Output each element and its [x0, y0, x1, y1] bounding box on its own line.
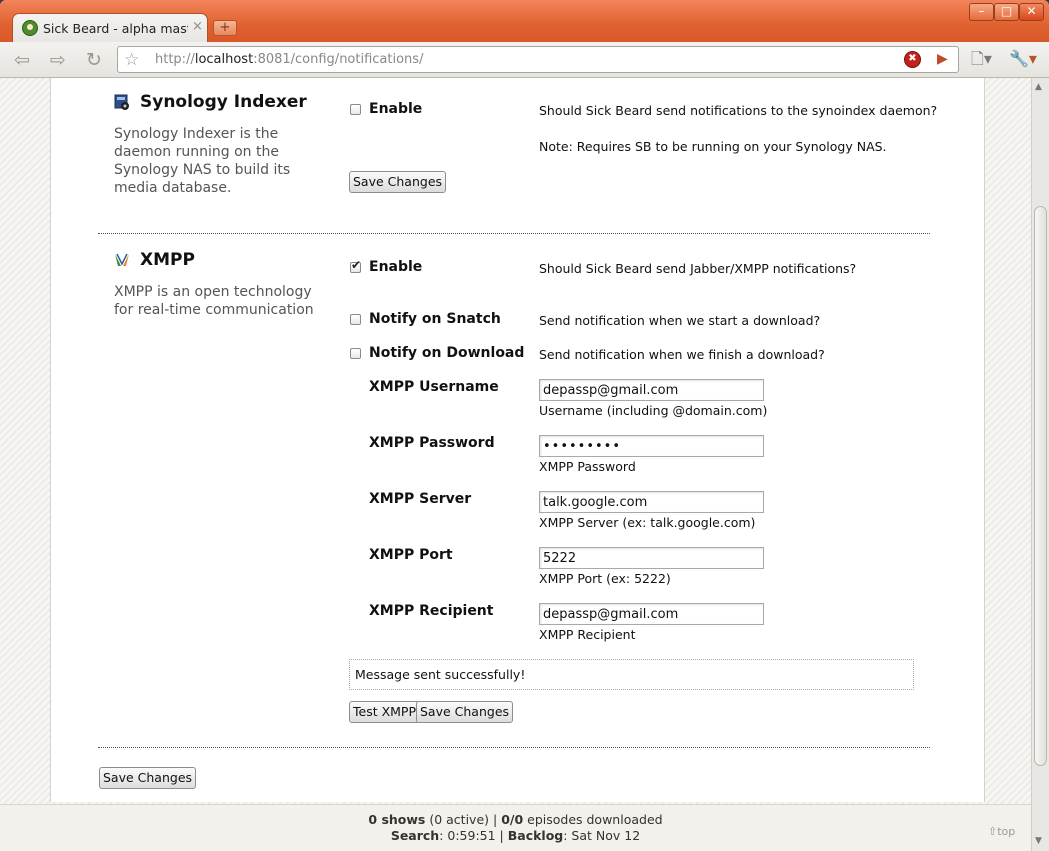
xmpp-port-input[interactable] — [539, 547, 764, 569]
xmpp-server-input[interactable] — [539, 491, 764, 513]
notify-snatch-row[interactable]: Notify on Snatch — [350, 311, 501, 327]
address-bar[interactable]: ☆ http://localhost:8081/config/notificat… — [117, 46, 959, 73]
notify-download-label[interactable]: Notify on Download — [369, 345, 524, 361]
xmpp-port-label: XMPP Port — [369, 547, 453, 563]
xmpp-section-title: XMPP — [140, 250, 195, 270]
synology-enable-label[interactable]: Enable — [369, 101, 422, 117]
browser-tab[interactable]: Sick Beard - alpha mast… × — [12, 13, 208, 42]
footer-search-line: Search: 0:59:51 | Backlog: Sat Nov 12 — [0, 828, 1031, 843]
scroll-up-icon[interactable]: ▲ — [1035, 82, 1042, 92]
xmpp-enable-help: Should Sick Beard send Jabber/XMPP notif… — [539, 261, 857, 276]
xmpp-enable-checkbox[interactable] — [350, 258, 361, 273]
synology-note: Note: Requires SB to be running on your … — [539, 139, 887, 154]
xmpp-password-input[interactable] — [539, 435, 764, 457]
xmpp-recipient-help: XMPP Recipient — [539, 627, 636, 642]
notify-snatch-checkbox[interactable] — [350, 313, 361, 325]
scroll-thumb[interactable] — [1034, 206, 1047, 766]
notify-snatch-help: Send notification when we start a downlo… — [539, 313, 821, 328]
back-arrow-icon[interactable]: ⇦ — [11, 49, 33, 71]
xmpp-password-help: XMPP Password — [539, 459, 636, 474]
notify-download-row[interactable]: Notify on Download — [350, 345, 524, 361]
xmpp-username-help: Username (including @domain.com) — [539, 403, 768, 418]
notify-snatch-label[interactable]: Notify on Snatch — [369, 311, 501, 327]
synology-enable-row[interactable]: Enable — [350, 101, 422, 117]
sickbeard-favicon-icon — [22, 20, 38, 36]
notify-download-help: Send notification when we finish a downl… — [539, 347, 825, 362]
test-xmpp-button[interactable]: Test XMPP — [349, 701, 421, 723]
config-content: Synology Indexer Synology Indexer is the… — [50, 78, 985, 802]
vertical-scrollbar[interactable]: ▲ ▼ — [1031, 78, 1049, 851]
xmpp-recipient-label: XMPP Recipient — [369, 603, 494, 619]
xmpp-port-help: XMPP Port (ex: 5222) — [539, 571, 671, 586]
scroll-down-icon[interactable]: ▼ — [1035, 836, 1042, 846]
page-menu-icon[interactable]: 🗋▾ — [971, 50, 992, 68]
reload-icon[interactable]: ↻ — [83, 49, 105, 71]
xmpp-save-button[interactable]: Save Changes — [416, 701, 514, 723]
test-result-message: Message sent successfully! — [349, 659, 914, 690]
synology-enable-help: Should Sick Beard send notifications to … — [539, 103, 938, 118]
wrench-menu-icon[interactable]: 🔧▾ — [1009, 50, 1037, 68]
search-label: Search — [390, 828, 440, 843]
xmpp-username-input[interactable] — [539, 379, 764, 401]
new-tab-button[interactable]: + — [213, 20, 237, 36]
page-viewport: Synology Indexer Synology Indexer is the… — [0, 78, 1031, 851]
browser-window: Sick Beard - alpha mast… × + – □ ✕ ⇦ ⇨ ↻… — [0, 0, 1049, 851]
shows-active: (0 active) | — [425, 812, 502, 827]
notify-download-checkbox[interactable] — [350, 347, 361, 359]
status-footer: 0 shows (0 active) | 0/0 episodes downlo… — [0, 804, 1031, 851]
footer-shows-line: 0 shows (0 active) | 0/0 episodes downlo… — [0, 812, 1031, 827]
backlog-value: : Sat Nov 12 — [563, 828, 641, 843]
backlog-label: Backlog — [507, 828, 564, 843]
synology-enable-checkbox[interactable] — [350, 103, 361, 115]
synology-description: Synology Indexer is the daemon running o… — [114, 126, 291, 196]
xmpp-icon — [115, 253, 129, 266]
section-divider — [98, 747, 930, 748]
browser-toolbar: ⇦ ⇨ ↻ ☆ http://localhost:8081/config/not… — [0, 42, 1049, 78]
close-window-button[interactable]: ✕ — [1019, 3, 1044, 21]
xmpp-server-label: XMPP Server — [369, 491, 472, 507]
maximize-button[interactable]: □ — [994, 3, 1019, 21]
title-bar: Sick Beard - alpha mast… × + – □ ✕ — [0, 0, 1049, 42]
save-all-button[interactable]: Save Changes — [99, 767, 197, 789]
xmpp-enable-row[interactable]: Enable — [350, 258, 422, 275]
synology-save-button[interactable]: Save Changes — [349, 171, 447, 193]
xmpp-server-help: XMPP Server (ex: talk.google.com) — [539, 515, 756, 530]
back-to-top-link[interactable]: ⇧top — [988, 825, 1015, 838]
synology-indexer-icon — [114, 94, 129, 110]
tab-close-icon[interactable]: × — [192, 20, 203, 34]
blocked-icon[interactable]: ✖ — [904, 51, 921, 68]
xmpp-username-label: XMPP Username — [369, 379, 499, 395]
up-arrow-icon: ⇧ — [988, 825, 998, 838]
bookmark-star-icon[interactable]: ☆ — [124, 49, 139, 71]
section-divider — [98, 233, 930, 234]
search-value: : 0:59:51 | — [439, 828, 508, 843]
xmpp-description: XMPP is an open technology for real-time… — [114, 284, 314, 318]
play-icon[interactable]: ▶ — [937, 50, 948, 69]
xmpp-enable-label[interactable]: Enable — [369, 259, 422, 275]
episodes-count: 0/0 — [501, 812, 524, 827]
tab-title: Sick Beard - alpha mast… — [43, 21, 188, 36]
episodes-text: episodes downloaded — [523, 812, 663, 827]
minimize-button[interactable]: – — [969, 3, 994, 21]
synology-section-title: Synology Indexer — [140, 92, 307, 112]
shows-count: 0 shows — [368, 812, 426, 827]
url-text[interactable]: http://localhost:8081/config/notificatio… — [155, 52, 423, 67]
forward-arrow-icon[interactable]: ⇨ — [47, 49, 69, 71]
xmpp-password-label: XMPP Password — [369, 435, 495, 451]
xmpp-recipient-input[interactable] — [539, 603, 764, 625]
